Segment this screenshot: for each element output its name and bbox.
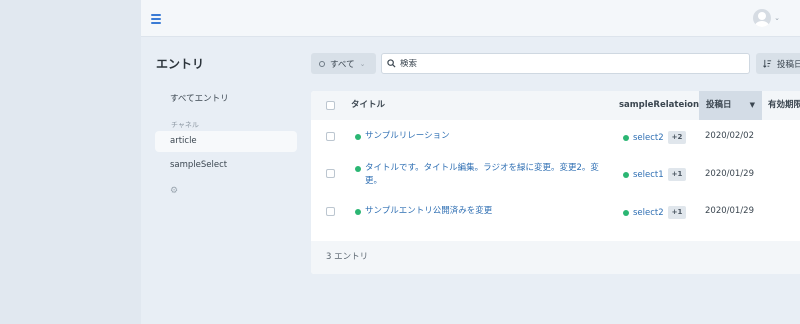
entry-title: サンプルリレーション bbox=[365, 131, 450, 141]
entry-title-link[interactable]: タイトルです。タイトル編集。ラジオを緑に変更。変更2。変更。 bbox=[355, 162, 610, 188]
relation-cell: select2 +1 bbox=[623, 206, 687, 219]
user-avatar-icon[interactable] bbox=[753, 9, 772, 27]
background-strip bbox=[0, 0, 141, 324]
column-header-posted-label: 投稿日 bbox=[706, 100, 732, 110]
sidebar: エントリ すべてエントリ チャネル article sampleSelect ⚙ bbox=[155, 55, 297, 196]
column-header-relation[interactable]: sampleRelateion bbox=[619, 91, 699, 120]
status-dot bbox=[623, 171, 629, 178]
entry-count: 3 エントリ bbox=[326, 252, 369, 262]
chevron-down-icon: ⌄ bbox=[359, 59, 366, 68]
sort-label: 投稿日 bbox=[777, 59, 800, 70]
sort-button[interactable]: 投稿日 bbox=[756, 53, 800, 74]
column-header-expiry[interactable]: 有効期限 bbox=[768, 91, 800, 120]
status-dot bbox=[355, 133, 361, 140]
column-header-title[interactable]: タイトル bbox=[351, 91, 385, 120]
relation-more-badge[interactable]: +2 bbox=[667, 131, 687, 144]
status-filter-label: すべて bbox=[330, 59, 355, 70]
chevron-down-icon: ⌄ bbox=[774, 14, 780, 22]
search-field[interactable] bbox=[381, 53, 750, 74]
sidebar-item-article[interactable]: article bbox=[155, 131, 297, 152]
status-ring-icon bbox=[319, 60, 325, 67]
sort-order-icon bbox=[763, 59, 772, 68]
sidebar-item-all-entries[interactable]: すべてエントリ bbox=[155, 89, 297, 110]
search-icon bbox=[387, 59, 396, 68]
entries-table: タイトル sampleRelateion 投稿日 ▼ 有効期限 サンプルリレーシ… bbox=[311, 91, 800, 274]
select-all-checkbox[interactable] bbox=[326, 101, 335, 110]
status-dot bbox=[623, 134, 629, 141]
hamburger-icon[interactable] bbox=[151, 14, 161, 24]
relation-value[interactable]: select2 bbox=[633, 208, 664, 218]
table-header: タイトル sampleRelateion 投稿日 ▼ 有効期限 bbox=[311, 91, 800, 120]
table-footer: 3 エントリ bbox=[311, 241, 800, 274]
posted-date: 2020/01/29 bbox=[705, 169, 754, 179]
relation-cell: select2 +2 bbox=[623, 131, 687, 144]
relation-more-badge[interactable]: +1 bbox=[667, 168, 687, 181]
column-header-posted[interactable]: 投稿日 ▼ bbox=[699, 91, 762, 120]
account-menu[interactable]: ⌄ bbox=[753, 8, 780, 28]
entry-title: タイトルです。タイトル編集。ラジオを緑に変更。変更2。変更。 bbox=[365, 163, 599, 186]
entry-title-link[interactable]: サンプルリレーション bbox=[355, 130, 610, 143]
entry-title: サンプルエントリ公開済みを変更 bbox=[365, 206, 493, 216]
relation-more-badge[interactable]: +1 bbox=[667, 206, 687, 219]
row-checkbox[interactable] bbox=[326, 132, 335, 141]
status-dot bbox=[355, 208, 361, 215]
status-filter-button[interactable]: すべて ⌄ bbox=[311, 53, 376, 74]
search-input[interactable] bbox=[400, 58, 740, 69]
relation-value[interactable]: select2 bbox=[633, 133, 664, 143]
top-bar: ⌄ bbox=[141, 0, 800, 37]
gear-icon[interactable]: ⚙ bbox=[170, 186, 182, 196]
posted-date: 2020/01/29 bbox=[705, 206, 754, 216]
posted-date: 2020/02/02 bbox=[705, 131, 754, 141]
entry-title-link[interactable]: サンプルエントリ公開済みを変更 bbox=[355, 205, 610, 218]
row-checkbox[interactable] bbox=[326, 169, 335, 178]
sidebar-channel-heading: チャネル bbox=[171, 121, 199, 129]
status-dot bbox=[623, 209, 629, 216]
status-dot bbox=[355, 165, 361, 172]
relation-cell: select1 +1 bbox=[623, 168, 687, 181]
sort-desc-icon: ▼ bbox=[749, 101, 755, 109]
relation-value[interactable]: select1 bbox=[633, 170, 664, 180]
sidebar-item-sampleselect[interactable]: sampleSelect bbox=[155, 155, 297, 176]
sidebar-title: エントリ bbox=[156, 57, 205, 71]
row-checkbox[interactable] bbox=[326, 207, 335, 216]
